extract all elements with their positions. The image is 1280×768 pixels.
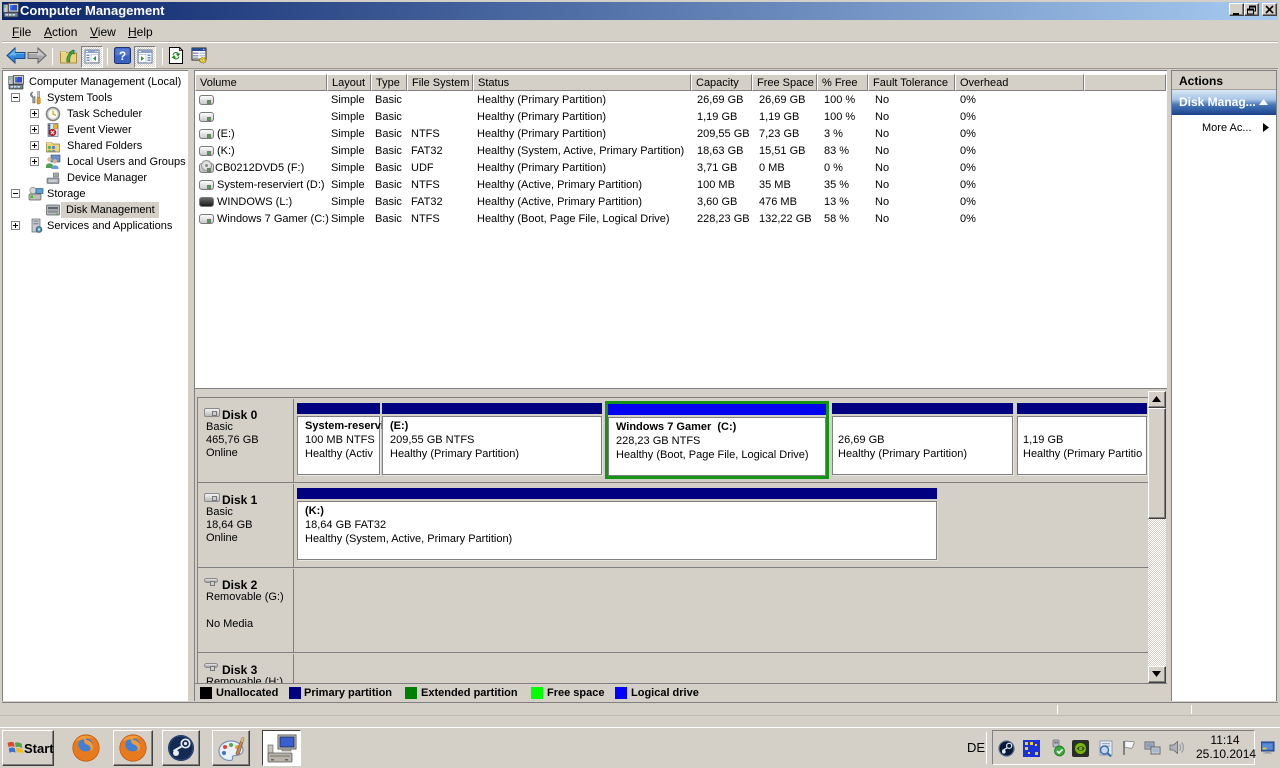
svg-text:?: ? (119, 49, 126, 63)
